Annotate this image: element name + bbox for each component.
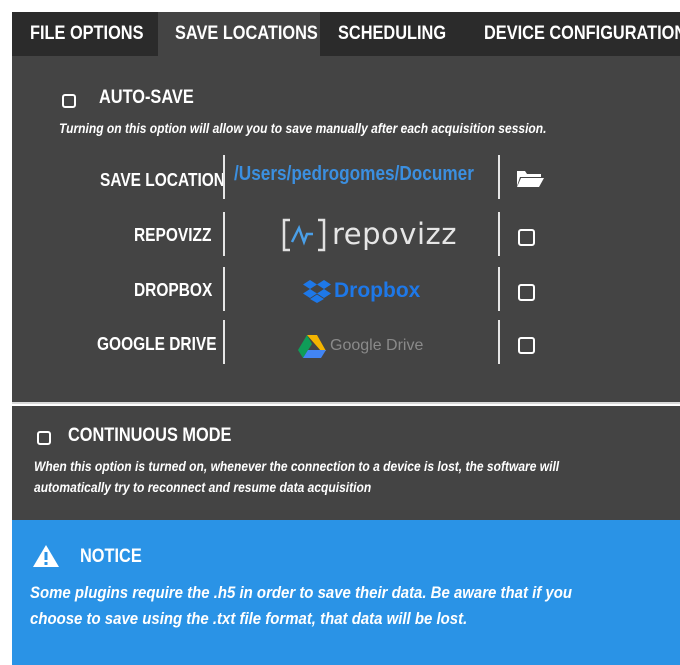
tab-save-locations[interactable]: SAVE LOCATIONS: [158, 12, 320, 56]
divider: [223, 155, 225, 199]
dropbox-logo: Dropbox: [303, 278, 433, 304]
repovizz-checkbox[interactable]: [518, 229, 535, 246]
divider: [498, 267, 500, 311]
google-drive-logo: Google Drive: [298, 334, 448, 358]
google-drive-checkbox[interactable]: [518, 337, 535, 354]
tab-bar: FILE OPTIONS SAVE LOCATIONS SCHEDULING D…: [12, 12, 680, 56]
google-drive-label: GOOGLE DRIVE: [97, 334, 217, 354]
dropbox-checkbox[interactable]: [518, 284, 535, 301]
repovizz-logo: repovizz: [282, 216, 462, 254]
tab-scheduling[interactable]: SCHEDULING: [320, 12, 470, 56]
continuous-mode-description-line1: When this option is turned on, whenever …: [34, 458, 560, 474]
divider: [498, 155, 500, 199]
panel-divider: [12, 402, 680, 404]
notice-text-line2: choose to save using the .txt file forma…: [30, 609, 468, 628]
dropbox-label: DROPBOX: [134, 280, 213, 300]
save-location-path[interactable]: /Users/pedrogomes/Documer: [234, 163, 494, 186]
save-location-label: SAVE LOCATION: [100, 170, 225, 190]
repovizz-label: REPOVIZZ: [134, 225, 212, 245]
divider: [223, 212, 225, 256]
warning-icon: [32, 544, 60, 568]
tab-device-configuration[interactable]: DEVICE CONFIGURATION: [470, 12, 680, 56]
autosave-label: AUTO-SAVE: [99, 87, 194, 108]
continuous-mode-checkbox[interactable]: [37, 431, 51, 445]
tab-file-options[interactable]: FILE OPTIONS: [12, 12, 158, 56]
divider: [223, 267, 225, 311]
divider: [498, 320, 500, 364]
divider: [498, 212, 500, 256]
notice-text-line1: Some plugins require the .h5 in order to…: [30, 583, 573, 602]
autosave-checkbox[interactable]: [62, 94, 76, 108]
folder-open-icon[interactable]: [516, 168, 544, 188]
continuous-mode-label: CONTINUOUS MODE: [68, 425, 232, 446]
continuous-mode-description-line2: automatically try to reconnect and resum…: [34, 479, 372, 495]
autosave-description: Turning on this option will allow you to…: [59, 120, 547, 136]
divider: [223, 320, 225, 364]
notice-title: NOTICE: [80, 546, 142, 567]
